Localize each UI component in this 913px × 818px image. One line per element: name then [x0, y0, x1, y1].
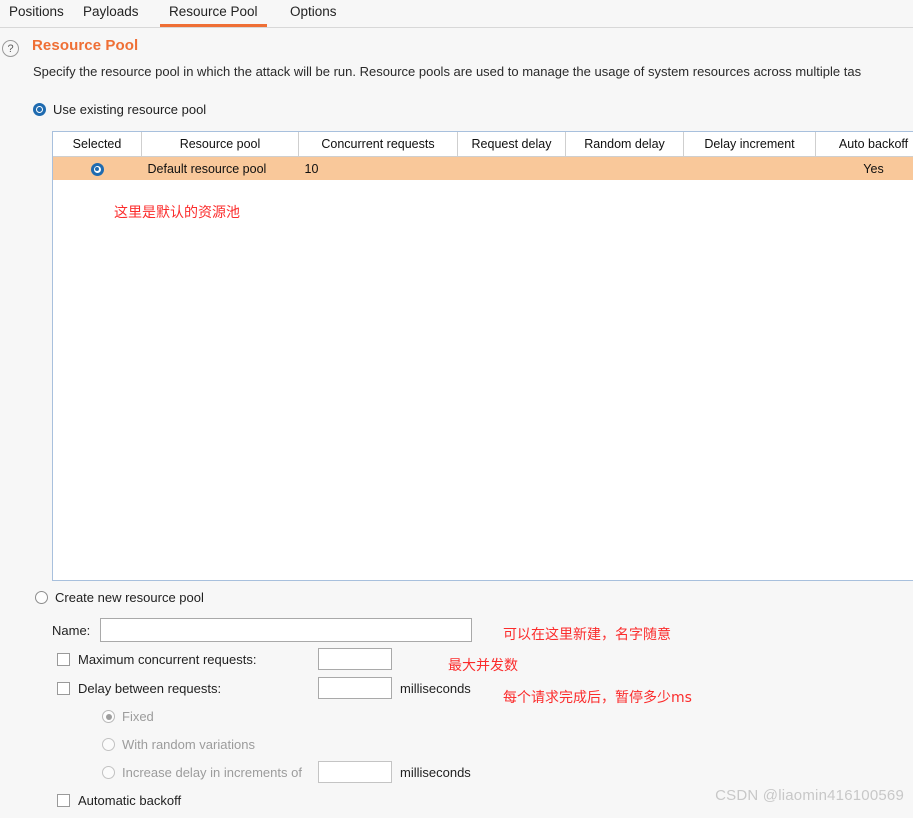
row-radio-icon[interactable] — [90, 162, 104, 176]
radio-delay-mode-random[interactable]: With random variations — [102, 737, 255, 752]
radio-label-use-existing: Use existing resource pool — [53, 102, 207, 117]
radio-indicator-create-new — [35, 591, 48, 604]
name-label: Name: — [52, 623, 91, 638]
cell-selected[interactable] — [53, 156, 142, 180]
radio-indicator-fixed — [102, 710, 115, 723]
label-delay-mode-increment: Increase delay in increments of — [122, 765, 302, 780]
checkbox-maximum-concurrent-requests[interactable]: Maximum concurrent requests: — [57, 652, 256, 667]
column-header-random-delay[interactable]: Random delay — [565, 132, 684, 157]
table-header-row: Selected Resource pool Concurrent reques… — [53, 132, 913, 157]
max-concurrent-input[interactable] — [318, 648, 392, 670]
resource-pool-table-panel: Selected Resource pool Concurrent reques… — [52, 131, 913, 581]
increment-input[interactable] — [318, 761, 392, 783]
radio-indicator-random-variations — [102, 738, 115, 751]
tab-payloads[interactable]: Payloads — [74, 0, 148, 27]
name-input[interactable] — [100, 618, 472, 642]
tab-strip: Positions Payloads Resource Pool Options — [0, 0, 913, 28]
cell-concurrent-requests: 10 — [298, 156, 458, 180]
checkbox-automatic-backoff[interactable]: Automatic backoff — [57, 793, 181, 808]
tab-options[interactable]: Options — [281, 0, 346, 27]
checkbox-indicator-max-concurrent — [57, 653, 70, 666]
delay-unit-label: milliseconds — [400, 681, 471, 696]
checkbox-indicator-automatic-backoff — [57, 794, 70, 807]
column-header-resource-pool[interactable]: Resource pool — [141, 132, 299, 157]
annotation-default-pool: 这里是默认的资源池 — [114, 205, 240, 221]
column-header-concurrent-requests[interactable]: Concurrent requests — [298, 132, 458, 157]
checkbox-delay-between-requests[interactable]: Delay between requests: — [57, 681, 221, 696]
label-delay-mode-random: With random variations — [122, 737, 255, 752]
cell-auto-backoff: Yes — [815, 156, 913, 180]
tab-positions[interactable]: Positions — [0, 0, 73, 27]
watermark: CSDN @liaomin416100569 — [715, 787, 904, 804]
increment-unit-label: milliseconds — [400, 765, 471, 780]
column-header-delay-increment[interactable]: Delay increment — [683, 132, 816, 157]
radio-indicator-use-existing — [33, 103, 46, 116]
table-row[interactable]: Default resource pool 10 Yes — [53, 156, 913, 180]
column-header-selected[interactable]: Selected — [53, 132, 142, 157]
column-header-request-delay[interactable]: Request delay — [457, 132, 566, 157]
resource-pool-table: Selected Resource pool Concurrent reques… — [53, 132, 913, 180]
label-maximum-concurrent-requests: Maximum concurrent requests: — [78, 652, 257, 667]
label-delay-between-requests: Delay between requests: — [78, 681, 222, 696]
panel-description: Specify the resource pool in which the a… — [33, 64, 862, 79]
delay-between-input[interactable] — [318, 677, 392, 699]
help-question-icon[interactable]: ? — [2, 40, 19, 57]
annotation-max-concurrency: 最大并发数 — [448, 658, 518, 674]
radio-delay-mode-fixed[interactable]: Fixed — [102, 709, 154, 724]
radio-label-create-new: Create new resource pool — [55, 590, 204, 605]
label-automatic-backoff: Automatic backoff — [78, 793, 182, 808]
annotation-delay-after-request: 每个请求完成后，暂停多少ms — [503, 690, 692, 706]
cell-random-delay — [565, 156, 684, 180]
label-delay-mode-fixed: Fixed — [122, 709, 154, 724]
radio-delay-mode-increment[interactable]: Increase delay in increments of — [102, 765, 302, 780]
checkbox-indicator-delay-between — [57, 682, 70, 695]
cell-resource-pool: Default resource pool — [141, 156, 299, 180]
annotation-create-new-here: 可以在这里新建，名字随意 — [503, 627, 671, 643]
tab-resource-pool[interactable]: Resource Pool — [160, 0, 267, 27]
page-title: Resource Pool — [32, 37, 139, 54]
radio-use-existing-pool[interactable]: Use existing resource pool — [33, 102, 206, 117]
column-header-auto-backoff[interactable]: Auto backoff — [815, 132, 913, 157]
cell-delay-increment — [683, 156, 816, 180]
radio-create-new-pool[interactable]: Create new resource pool — [35, 590, 204, 605]
cell-request-delay — [457, 156, 566, 180]
radio-indicator-increase-delay — [102, 766, 115, 779]
